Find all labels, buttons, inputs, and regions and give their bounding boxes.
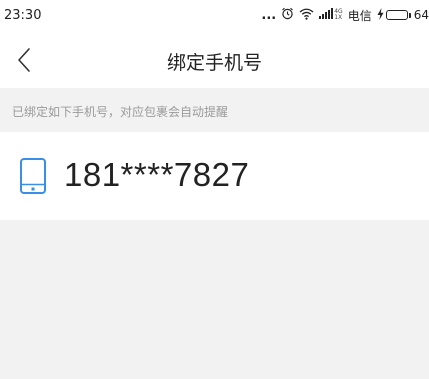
network-type: 4G 1X [334, 9, 342, 21]
page-title: 绑定手机号 [166, 52, 262, 74]
carrier-name: 电信 [347, 8, 372, 23]
network-type-bottom: 1X [334, 14, 343, 21]
alarm-icon [281, 7, 294, 23]
charging-icon [377, 7, 384, 23]
hint-text: 已绑定如下手机号，对应包裹会自动提醒 [12, 105, 229, 119]
phone-icon [20, 158, 46, 194]
battery-percent: 64 [413, 8, 429, 22]
phone-number: 181****7827 [64, 156, 250, 193]
more-dots: ... [261, 7, 277, 23]
status-icons: ... 4G 1X 电信 64 [256, 7, 429, 23]
battery-icon [385, 10, 411, 20]
bound-phone-item[interactable]: 181****7827 [0, 132, 429, 220]
status-bar: 23:30 ... 4G 1X 电信 64 [0, 0, 429, 34]
wifi-icon [299, 8, 314, 23]
hint-row: 已绑定如下手机号，对应包裹会自动提醒 [0, 88, 429, 132]
nav-bar: 绑定手机号 [0, 34, 429, 88]
status-time: 23:30 [4, 8, 42, 23]
signal-icon [319, 8, 334, 22]
